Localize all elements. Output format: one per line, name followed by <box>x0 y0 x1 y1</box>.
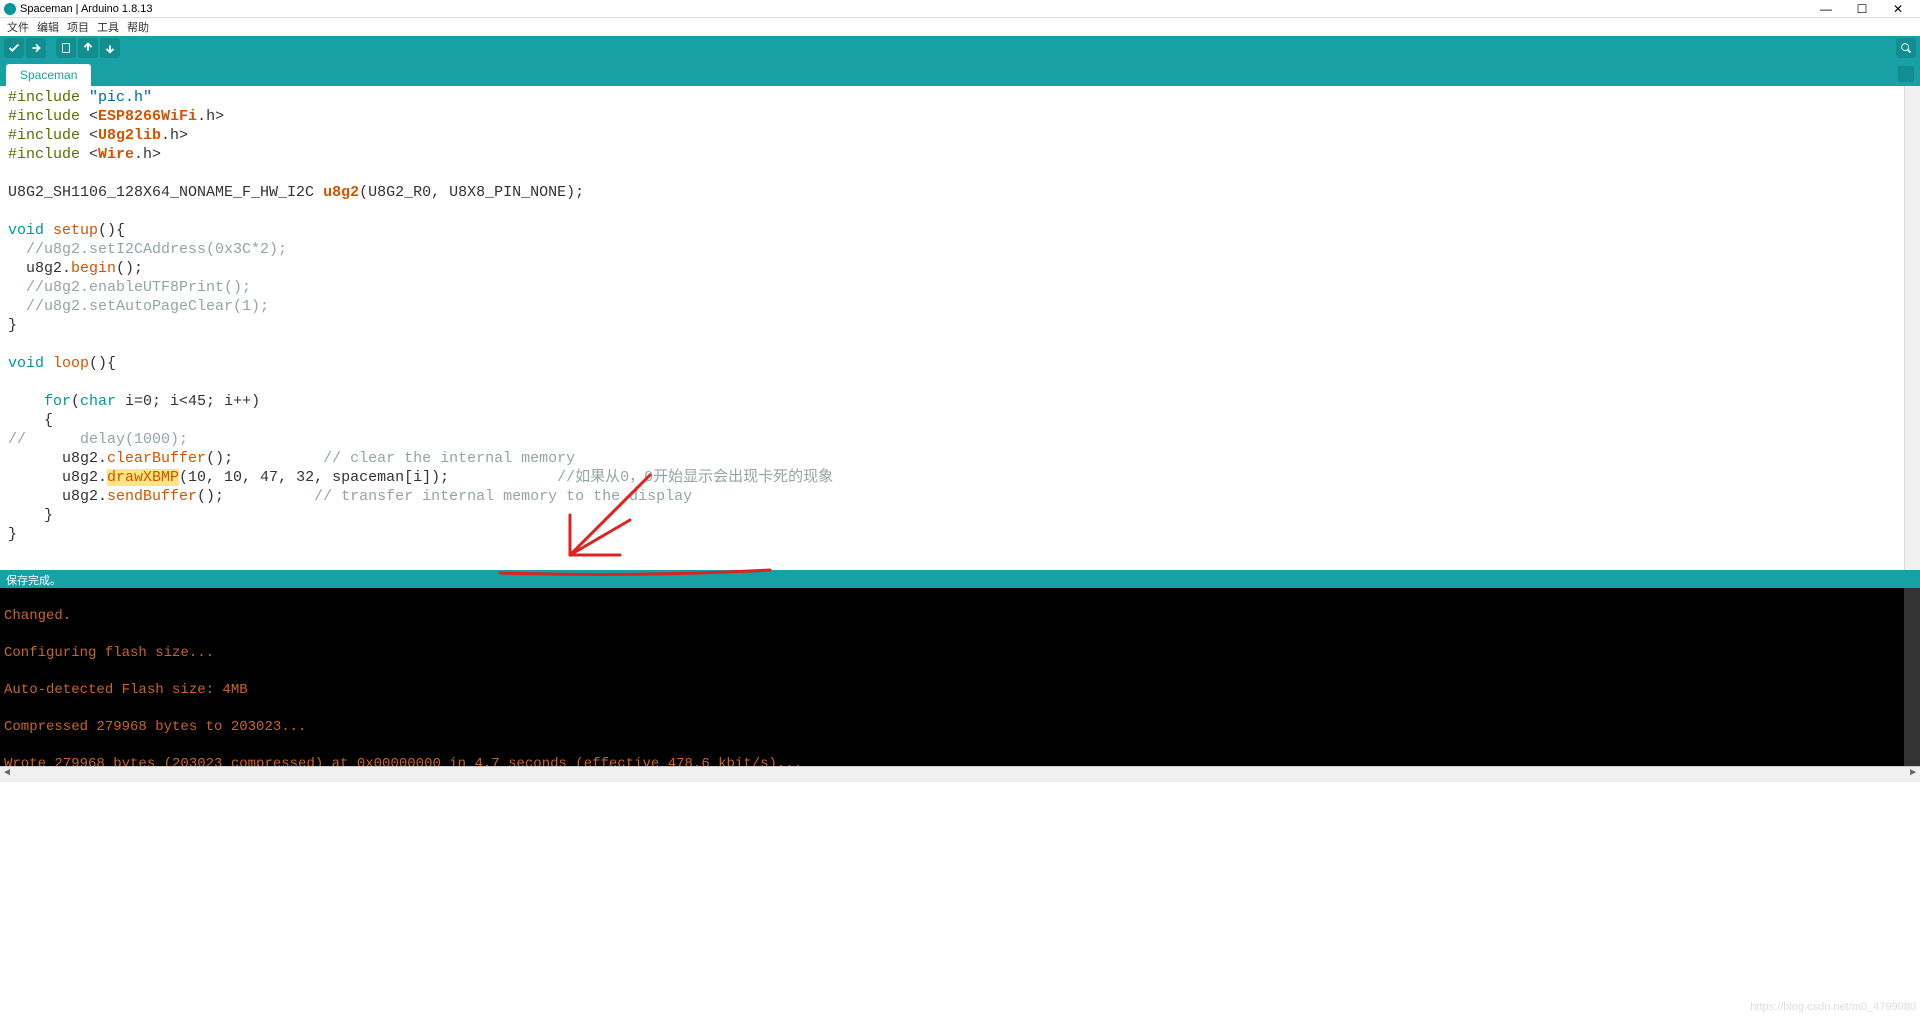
toolbar <box>0 36 1920 60</box>
console-line: Compressed 279968 bytes to 203023... <box>4 718 1916 737</box>
tab-menu-button[interactable] <box>1898 66 1914 82</box>
window-title: Spaceman | Arduino 1.8.13 <box>20 3 1816 15</box>
code-content[interactable]: #include "pic.h" #include <ESP8266WiFi.h… <box>8 88 1912 544</box>
console-scrollbar[interactable] <box>1904 588 1920 766</box>
close-button[interactable]: ✕ <box>1888 2 1908 16</box>
code-editor[interactable]: #include "pic.h" #include <ESP8266WiFi.h… <box>0 86 1920 570</box>
console-line: Wrote 279968 bytes (203023 compressed) a… <box>4 755 1916 767</box>
status-text: 保存完成。 <box>6 575 61 587</box>
watermark: https://blog.csdn.net/m0_4799980 <box>1750 1001 1916 1013</box>
menu-tools[interactable]: 工具 <box>94 19 122 35</box>
tab-bar: Spaceman <box>0 60 1920 86</box>
menu-bar: 文件 编辑 项目 工具 帮助 <box>0 18 1920 36</box>
new-button[interactable] <box>56 38 76 58</box>
menu-file[interactable]: 文件 <box>4 19 32 35</box>
status-bar: 保存完成。 <box>0 570 1920 588</box>
horizontal-scrollbar[interactable] <box>0 766 1920 782</box>
verify-button[interactable] <box>4 38 24 58</box>
menu-edit[interactable]: 编辑 <box>34 19 62 35</box>
menu-help[interactable]: 帮助 <box>124 19 152 35</box>
window-titlebar: Spaceman | Arduino 1.8.13 — ☐ ✕ <box>0 0 1920 18</box>
upload-button[interactable] <box>26 38 46 58</box>
menu-sketch[interactable]: 项目 <box>64 19 92 35</box>
console-line: Configuring flash size... <box>4 644 1916 663</box>
minimize-button[interactable]: — <box>1816 2 1836 16</box>
output-console[interactable]: Changed. Configuring flash size... Auto-… <box>0 588 1920 766</box>
serial-monitor-button[interactable] <box>1896 38 1916 58</box>
tab-spaceman[interactable]: Spaceman <box>6 64 91 86</box>
console-line: Auto-detected Flash size: 4MB <box>4 681 1916 700</box>
open-button[interactable] <box>78 38 98 58</box>
maximize-button[interactable]: ☐ <box>1852 2 1872 16</box>
editor-scrollbar[interactable] <box>1904 86 1920 570</box>
console-line: Changed. <box>4 607 1916 626</box>
save-button[interactable] <box>100 38 120 58</box>
arduino-icon <box>4 3 16 15</box>
